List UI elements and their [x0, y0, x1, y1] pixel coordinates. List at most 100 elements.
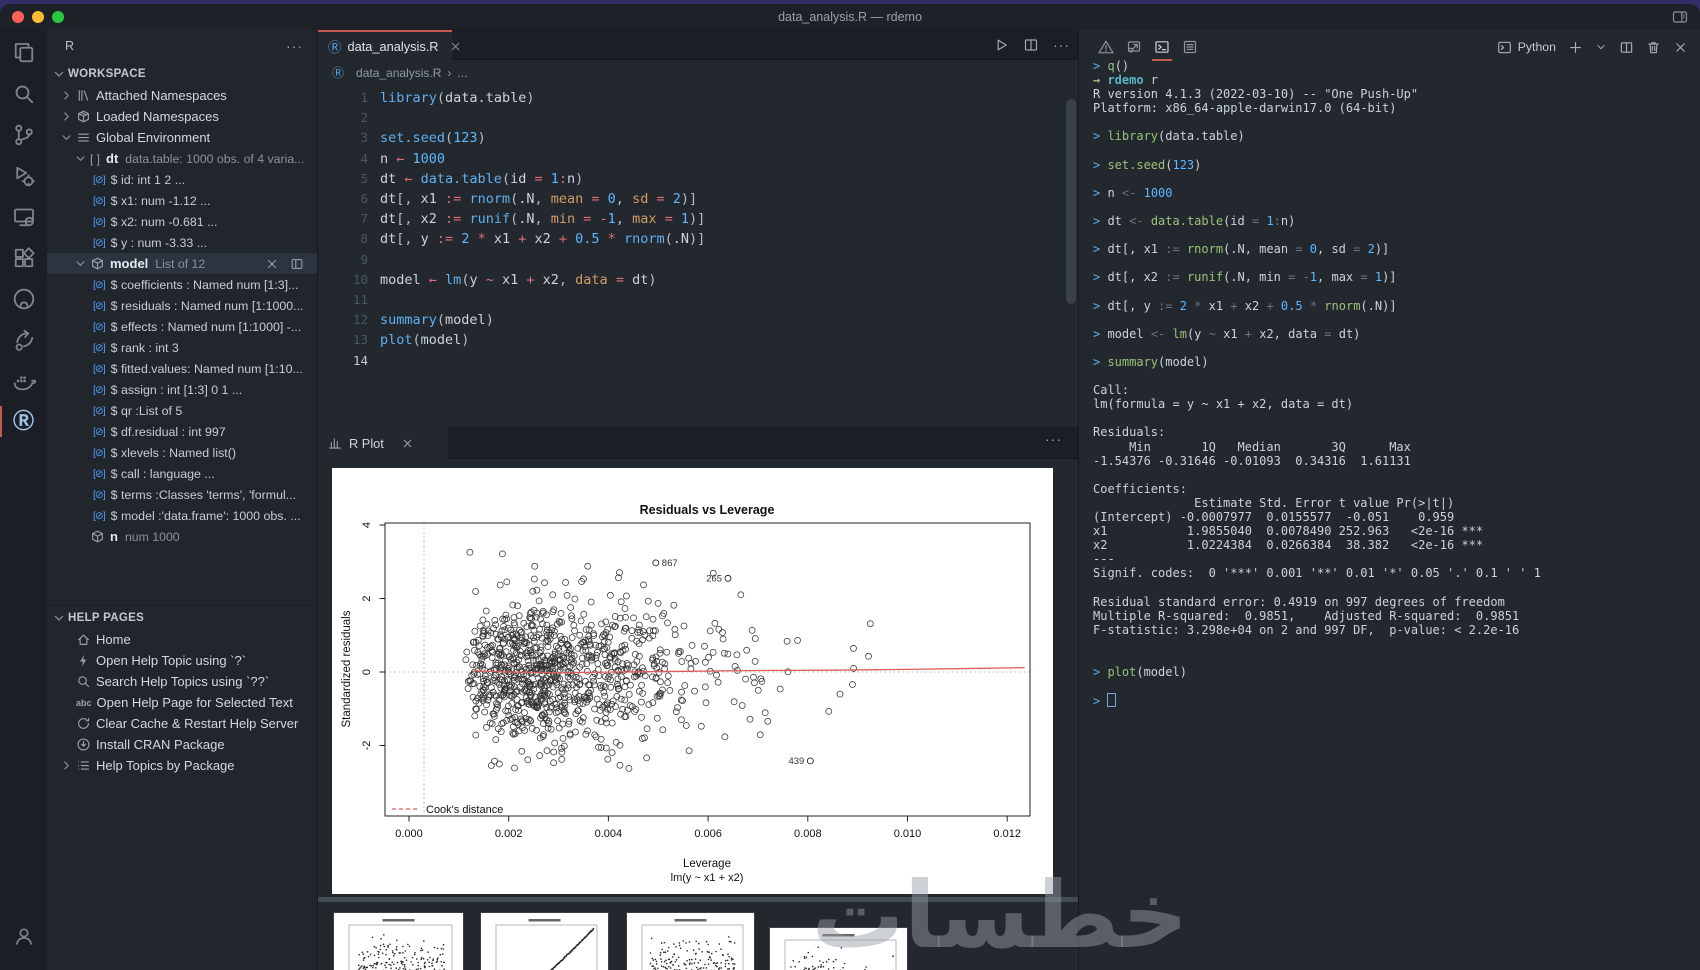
- tree-item-assign-int-1-3-0-1[interactable]: [⊘] $ assign : int [1:3] 0 1 ...: [47, 379, 317, 400]
- breadcrumb[interactable]: Ⓡ data_analysis.R › ...: [318, 60, 1078, 85]
- tree-item-label: model: [110, 256, 149, 271]
- activity-item-extensions[interactable]: [0, 237, 47, 278]
- spliteditor-icon[interactable]: [1023, 37, 1039, 53]
- activity-item-live-share[interactable]: [0, 319, 47, 360]
- activity-item-account[interactable]: [0, 915, 47, 956]
- brackets-icon: [ ]: [90, 151, 101, 166]
- tree-item-global-environment[interactable]: Global Environment: [47, 127, 317, 148]
- sidebar: R ··· WORKSPACE Attached Namespaces Loade…: [47, 30, 318, 970]
- close-icon[interactable]: [1673, 40, 1688, 55]
- window-title: data_analysis.R — rdemo: [778, 10, 922, 24]
- panel-tab-debug-console[interactable]: [1121, 32, 1147, 62]
- help-item-clear-cache-restart-help-serve[interactable]: Clear Cache & Restart Help Server: [47, 713, 317, 734]
- editor-tab-bar: Ⓡ data_analysis.R ···: [318, 30, 1078, 60]
- activity-item-run-debug[interactable]: [0, 155, 47, 196]
- tree-item-dt[interactable]: [ ] dt data.table: 1000 obs. of 4 varia...: [47, 148, 317, 169]
- close-plot-tab-icon[interactable]: [401, 437, 414, 450]
- help-item-install-cran-package[interactable]: Install CRAN Package: [47, 734, 317, 755]
- tree-item-xlevels-named-list[interactable]: [⊘] $ xlevels : Named list(): [47, 442, 317, 463]
- editor-scrollbar[interactable]: [1066, 99, 1076, 304]
- github-icon: [12, 287, 36, 311]
- tree-item-fitted-values-named-num-1-10[interactable]: [⊘] $ fitted.values: Named num [1:10...: [47, 358, 317, 379]
- trash-icon[interactable]: [1646, 40, 1661, 55]
- close-icon[interactable]: [449, 40, 462, 53]
- tree-item-n[interactable]: n num 1000: [47, 526, 317, 547]
- tab-r-plot[interactable]: R Plot: [318, 427, 448, 459]
- workspace-tree: Attached Namespaces Loaded Namespaces Glob…: [47, 85, 317, 547]
- plot-thumbnail-residuals-leverage[interactable]: [770, 928, 907, 970]
- help-item-label: Help Topics by Package: [96, 758, 235, 773]
- layout-icon[interactable]: [1672, 9, 1688, 30]
- activity-item-remote-explorer[interactable]: [0, 196, 47, 237]
- tree-item-model[interactable]: model List of 12: [47, 253, 317, 274]
- help-item-search-help-topics-using[interactable]: Search Help Topics using `??`: [47, 671, 317, 692]
- terminal-profile-label[interactable]: Python: [1518, 40, 1556, 54]
- tab-data-analysis[interactable]: Ⓡ data_analysis.R: [318, 30, 459, 60]
- tree-item-label: $ x1: num -1.12 ...: [110, 193, 211, 208]
- tree-item-attached-namespaces[interactable]: Attached Namespaces: [47, 85, 317, 106]
- tree-item-loaded-namespaces[interactable]: Loaded Namespaces: [47, 106, 317, 127]
- viewer-icon[interactable]: [290, 257, 304, 271]
- svg-text:0.000: 0.000: [395, 828, 423, 840]
- tree-item-y-num-3-33[interactable]: [⊘] $ y : num -3.33 ...: [47, 232, 317, 253]
- tree-item-label: $ effects : Named num [1:1000] -...: [110, 319, 302, 334]
- panel-tab-terminal[interactable]: [1149, 32, 1175, 62]
- tree-item-df-residual-int-997[interactable]: [⊘] $ df.residual : int 997: [47, 421, 317, 442]
- r-logo-icon: Ⓡ: [13, 410, 34, 433]
- tree-item-rank-int-3[interactable]: [⊘] $ rank : int 3: [47, 337, 317, 358]
- help-item-label: Open Help Topic using `?`: [96, 653, 247, 668]
- plot-panel-more-icon[interactable]: ···: [1045, 431, 1062, 447]
- sidebar-more-icon[interactable]: ···: [286, 38, 303, 54]
- help-item-home[interactable]: Home: [47, 629, 317, 650]
- tree-item-model-data-frame-1000-obs[interactable]: [⊘] $ model :'data.frame': 1000 obs. ...: [47, 505, 317, 526]
- section-workspace[interactable]: WORKSPACE: [47, 62, 317, 85]
- svg-text:2: 2: [361, 595, 373, 601]
- panel-tab-problems[interactable]: [1093, 32, 1119, 62]
- terminal-output[interactable]: > q() → rdemo rR version 4.1.3 (2022-03-1…: [1093, 59, 1541, 708]
- panel-tab-output[interactable]: [1177, 32, 1203, 62]
- code-editor[interactable]: 1 2 3 4 5 6 7 8 9 10 11 12 13 14 library(data.table) …: [318, 85, 1078, 427]
- activity-item-search[interactable]: [0, 73, 47, 114]
- field-icon: [⊘]: [93, 404, 106, 417]
- tree-item-effects-named-num-1-1000[interactable]: [⊘] $ effects : Named num [1:1000] -...: [47, 316, 317, 337]
- help-item-open-help-topic-using[interactable]: Open Help Topic using `?`: [47, 650, 317, 671]
- plot-thumbnail-residuals-fitted[interactable]: [334, 913, 463, 970]
- spliteditor-icon[interactable]: [1619, 40, 1634, 55]
- tree-item-id-int-1-2[interactable]: [⊘] $ id: int 1 2 ...: [47, 169, 317, 190]
- chevd-icon[interactable]: [1595, 41, 1607, 53]
- plot-thumbnail-qq[interactable]: [481, 913, 608, 970]
- activity-item-explorer[interactable]: [0, 32, 47, 73]
- chevron-down-icon: [52, 67, 66, 81]
- add-icon[interactable]: [1568, 40, 1583, 55]
- panel-sash[interactable]: [318, 897, 1078, 902]
- library-icon: [76, 88, 91, 103]
- section-help-pages[interactable]: HELP PAGES: [47, 605, 317, 629]
- tree-item-residuals-named-num-1-1000[interactable]: [⊘] $ residuals : Named num [1:1000...: [47, 295, 317, 316]
- tree-item-call-language[interactable]: [⊘] $ call : language ...: [47, 463, 317, 484]
- help-item-open-help-page-for-selected-te[interactable]: abc Open Help Page for Selected Text: [47, 692, 317, 713]
- tree-item-x1-num-1-12[interactable]: [⊘] $ x1: num -1.12 ...: [47, 190, 317, 211]
- help-item-label: Open Help Page for Selected Text: [96, 695, 293, 710]
- run-icon[interactable]: [993, 37, 1009, 53]
- section-workspace-label: WORKSPACE: [68, 67, 146, 80]
- svg-text:0.006: 0.006: [694, 828, 722, 840]
- activity-item-docker[interactable]: [0, 360, 47, 401]
- menu-icon: [76, 130, 91, 145]
- close-tab-icon[interactable]: [449, 40, 462, 53]
- field-icon: [⊘]: [93, 467, 106, 480]
- tree-item-terms-classes-terms-formul[interactable]: [⊘] $ terms :Classes 'terms', 'formul...: [47, 484, 317, 505]
- editor-more-icon[interactable]: ···: [1053, 37, 1070, 53]
- activity-item-github[interactable]: [0, 278, 47, 319]
- screen: data_analysis.R — rdemo Ⓡ R ··· WORKSPAC…: [0, 0, 1700, 970]
- close-icon[interactable]: [401, 437, 414, 450]
- tree-item-qr-list-of-5[interactable]: [⊘] $ qr :List of 5: [47, 400, 317, 421]
- tree-item-coefficients-named-num-1-3[interactable]: [⊘] $ coefficients : Named num [1:3]...: [47, 274, 317, 295]
- code-content: library(data.table) set.seed(123) n ← 100…: [380, 90, 706, 349]
- activity-item-source-control[interactable]: [0, 114, 47, 155]
- close-icon[interactable]: [265, 257, 279, 271]
- svg-text:0.008: 0.008: [794, 828, 822, 840]
- activity-item-r[interactable]: Ⓡ: [0, 401, 47, 442]
- tree-item-x2-num-0-681[interactable]: [⊘] $ x2: num -0.681 ...: [47, 211, 317, 232]
- plot-thumbnail-scale-location[interactable]: [627, 913, 754, 970]
- help-item-help-topics-by-package[interactable]: Help Topics by Package: [47, 755, 317, 776]
